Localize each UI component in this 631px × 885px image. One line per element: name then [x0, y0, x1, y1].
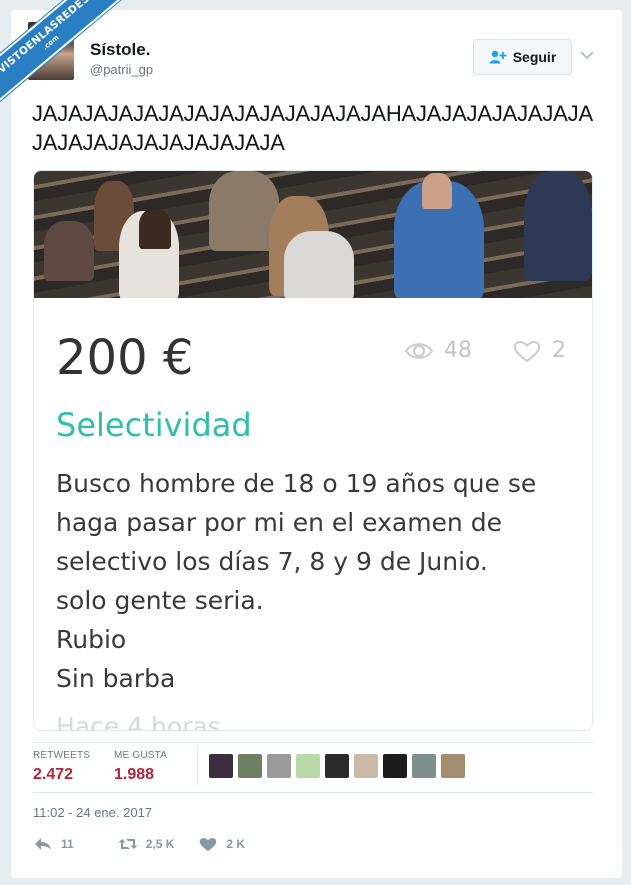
tweet-timestamp[interactable]: 11:02 - 24 ene. 2017 [33, 805, 152, 820]
liker-avatar[interactable] [383, 754, 407, 778]
add-user-icon [489, 50, 507, 64]
ad-views-count: 48 [444, 338, 472, 363]
divider [33, 742, 593, 743]
follow-button[interactable]: Seguir [473, 39, 572, 75]
liker-avatar[interactable] [412, 754, 436, 778]
tweet-actions: 11 2,5 K 2 K [33, 836, 269, 852]
stats-separator [197, 746, 198, 786]
tweet-text: JAJAJAJAJAJAJAJAJAJAJAJAJAJAHAJAJAJAJAJA… [32, 101, 593, 155]
tweet-media[interactable]: 200 € 48 2 Selectividad Busco hombre de … [33, 170, 593, 731]
retweets-stat[interactable]: RETWEETS 2.472 [33, 750, 90, 784]
liker-avatar[interactable] [325, 754, 349, 778]
retweet-count: 2,5 K [145, 837, 175, 851]
liker-avatar[interactable] [209, 754, 233, 778]
ad-likes-count: 2 [552, 338, 566, 363]
likes-label: ME GUSTA [114, 750, 168, 761]
retweet-icon [118, 839, 138, 849]
ad-description: Busco hombre de 18 o 19 años que se haga… [56, 464, 576, 698]
heart-icon [200, 838, 217, 851]
ad-card: 200 € 48 2 Selectividad Busco hombre de … [34, 298, 592, 730]
likes-value: 1.988 [114, 766, 155, 783]
reply-icon [35, 838, 51, 850]
liker-avatar[interactable] [354, 754, 378, 778]
user-handle[interactable]: @patrii_gp [90, 62, 153, 77]
display-name[interactable]: Sístole. [90, 40, 150, 60]
likers-avatars [209, 754, 465, 778]
retweets-label: RETWEETS [33, 750, 91, 761]
ad-posted-time: Hace 4 horas [56, 712, 221, 730]
liker-avatar[interactable] [238, 754, 262, 778]
liker-avatar[interactable] [441, 754, 465, 778]
classroom-photo [34, 171, 592, 301]
ad-description-line: selectivo los días 7, 8 y 9 de Junio. [56, 547, 488, 576]
eye-icon [404, 342, 434, 359]
ad-description-line: Rubio [56, 625, 127, 654]
liker-avatar[interactable] [296, 754, 320, 778]
heart-icon[interactable] [512, 339, 542, 363]
ad-category: Selectividad [56, 406, 252, 444]
ad-description-line: solo gente seria. [56, 586, 264, 615]
divider [33, 792, 593, 793]
retweet-button[interactable]: 2,5 K [118, 836, 175, 852]
follow-button-label: Seguir [512, 49, 557, 65]
ad-description-line: haga pasar por mi en el examen de [56, 508, 502, 537]
chevron-down-icon[interactable] [580, 50, 594, 60]
ad-stats: 48 2 [404, 338, 566, 363]
reply-button[interactable]: 11 [33, 836, 74, 852]
reply-count: 11 [61, 837, 74, 851]
liker-avatar[interactable] [267, 754, 291, 778]
likes-stat[interactable]: ME GUSTA 1.988 [114, 750, 167, 784]
ad-price: 200 € [56, 330, 194, 386]
ad-description-line: Busco hombre de 18 o 19 años que se [56, 469, 537, 498]
like-count: 2 K [226, 837, 246, 851]
like-button[interactable]: 2 K [198, 836, 245, 852]
retweets-value: 2.472 [33, 766, 74, 783]
ad-description-line: Sin barba [56, 664, 176, 693]
